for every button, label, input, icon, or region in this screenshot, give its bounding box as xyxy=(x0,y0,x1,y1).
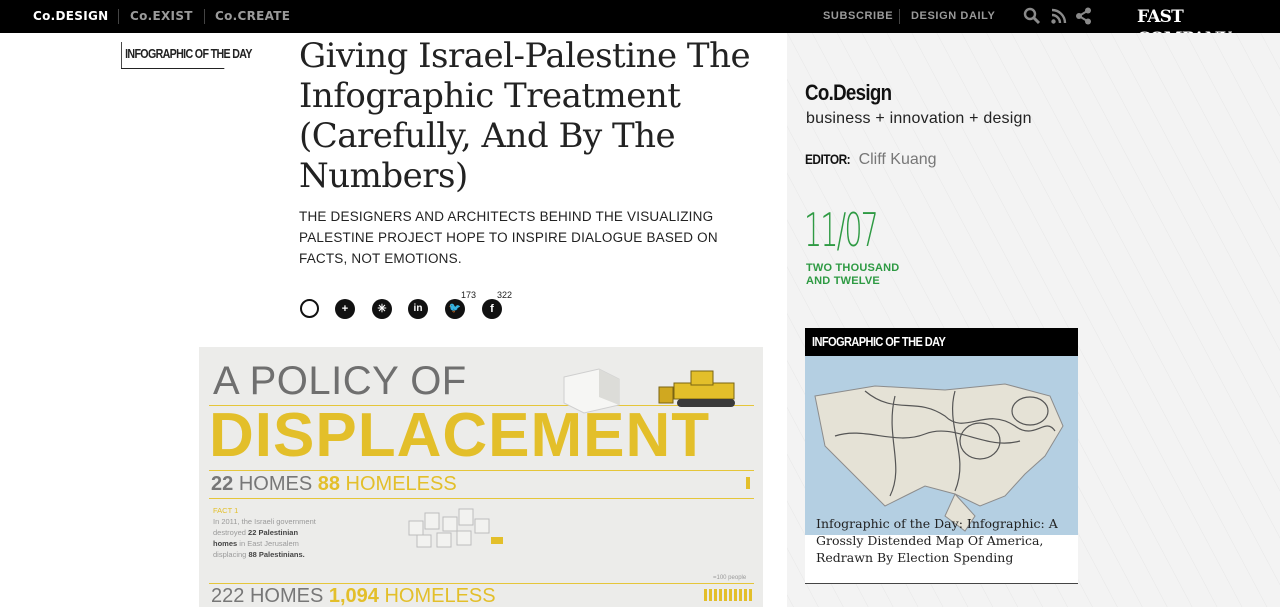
infographic-rule xyxy=(209,583,754,584)
card-heading: INFOGRAPHIC OF THE DAY xyxy=(805,328,1078,356)
sidebar-year: TWO THOUSAND AND TWELVE xyxy=(806,262,900,287)
distended-map-illustration xyxy=(805,356,1078,535)
article-headline: Giving Israel-Palestine The Infographic … xyxy=(299,36,751,196)
subscribe-link[interactable]: SUBSCRIBE xyxy=(823,0,893,33)
sidebar-editor: EDITOR: Cliff Kuang xyxy=(805,151,937,169)
editor-label: EDITOR: xyxy=(805,151,851,167)
card-map-image[interactable] xyxy=(805,356,1078,535)
facebook-count: 322 xyxy=(497,290,513,300)
sidebar-tagline: business + innovation + design xyxy=(806,110,1032,127)
article-dek: The designers and architects behind the … xyxy=(299,209,718,266)
nav-co-design[interactable]: Co.DESIGN xyxy=(33,0,108,33)
nav-co-exist[interactable]: Co.EXIST xyxy=(130,0,193,33)
sidebar-date: 11/07 xyxy=(804,203,879,257)
nav-divider xyxy=(204,9,205,24)
infographic-stat2: 222 HOMES 1,094 HOMELESS xyxy=(211,585,496,607)
sidebar-title[interactable]: Co.Design xyxy=(805,80,892,106)
infographic-image[interactable]: A POLICY OF DISPLACEMENT 22 HOMES 88 HOM… xyxy=(199,347,763,607)
nav-co-create[interactable]: Co.CREATE xyxy=(215,0,290,33)
nav-divider xyxy=(118,9,119,24)
editor-name[interactable]: Cliff Kuang xyxy=(859,151,937,168)
infographic-title-line1: A POLICY OF xyxy=(213,359,467,403)
twitter-icon[interactable]: 🐦 xyxy=(445,299,465,319)
infographic-legend: =100 people xyxy=(713,575,747,581)
rss-icon[interactable] xyxy=(1050,7,1068,25)
twitter-count: 173 xyxy=(461,290,477,300)
linkedin-icon[interactable]: in xyxy=(408,299,428,319)
article-kicker[interactable]: INFOGRAPHIC OF THE DAY xyxy=(121,42,252,69)
top-nav-bar: Co.DESIGN Co.EXIST Co.CREATE SUBSCRIBE D… xyxy=(0,0,1280,49)
infographic-stat1: 22 HOMES 88 HOMELESS xyxy=(211,473,457,495)
card-caption[interactable]: Infographic of the Day: Infographic: A G… xyxy=(816,515,1066,566)
design-daily-link[interactable]: DESIGN DAILY xyxy=(911,0,995,33)
infographic-rule xyxy=(209,470,754,471)
search-icon[interactable] xyxy=(1023,7,1041,25)
stumble-icon[interactable]: ✳ xyxy=(372,299,392,319)
related-card[interactable]: INFOGRAPHIC OF THE DAY Infographic of th… xyxy=(805,328,1078,584)
facebook-icon[interactable]: f xyxy=(482,299,502,319)
share-icon[interactable] xyxy=(1075,7,1093,25)
demolished-homes-illustration xyxy=(408,508,503,548)
fast-company-logo[interactable]: FAST COMPANY xyxy=(1137,6,1280,49)
nav-divider xyxy=(899,9,900,24)
infographic-fact: FACT 1 In 2011, the Israeli government d… xyxy=(213,506,316,559)
comment-icon[interactable] xyxy=(300,299,319,318)
people-row-icon xyxy=(704,589,752,601)
add-icon[interactable]: + xyxy=(335,299,355,319)
person-icon xyxy=(746,477,750,489)
bulldozer-illustration xyxy=(563,368,735,414)
